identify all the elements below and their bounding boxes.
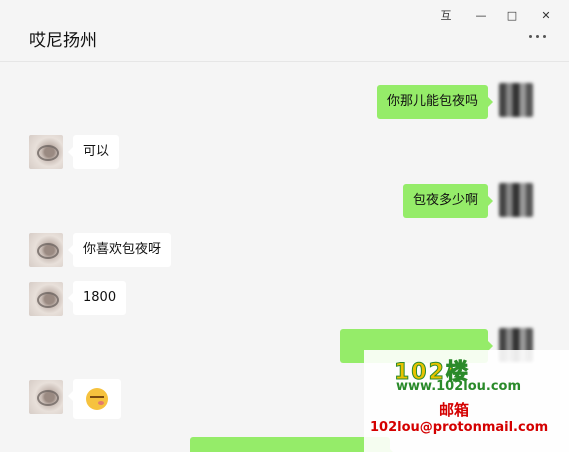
message-bubble-sent[interactable]: 包夜多少啊 [402,184,494,218]
chat-header: 哎尼扬州 互 — □ ✕ [0,0,569,62]
pin-icon[interactable]: 互 [437,6,455,24]
message-bubble-received[interactable] [68,379,121,419]
watermark: 102楼 www.102lou.com 邮箱 102lou@protonmail… [364,350,569,452]
message-bubble-sent[interactable]: 你那儿能包夜吗 [376,85,494,119]
smirk-face-icon [86,388,108,410]
avatar[interactable] [29,380,63,414]
avatar[interactable] [29,282,63,316]
avatar[interactable] [29,233,63,267]
message-bubble-received[interactable]: 可以 [67,135,120,169]
avatar[interactable] [29,135,63,169]
chat-title: 哎尼扬州 [29,31,97,51]
message-bubble-received[interactable]: 你喜欢包夜呀 [67,233,172,267]
watermark-url: www.102lou.com [396,379,522,394]
more-options-icon[interactable] [526,30,548,42]
message-bubble-received[interactable]: 1800 [67,281,127,315]
maximize-icon[interactable]: □ [503,6,521,24]
close-icon[interactable]: ✕ [537,6,555,24]
avatar[interactable] [499,83,533,117]
avatar[interactable] [499,183,533,217]
watermark-mail-label: 邮箱 [439,401,470,419]
message-bubble-sent-blurred[interactable] [190,437,395,452]
minimize-icon[interactable]: — [472,6,490,24]
watermark-mail: 102lou@protonmail.com [370,420,549,435]
